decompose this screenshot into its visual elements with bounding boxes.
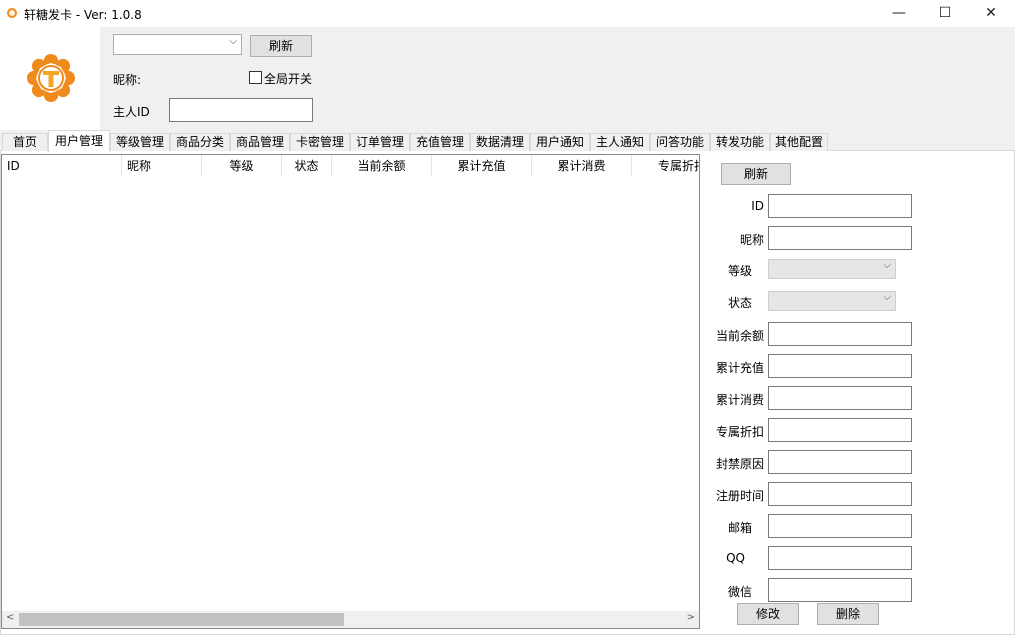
- tab-order-management[interactable]: 订单管理: [350, 133, 410, 151]
- tab-user-notice[interactable]: 用户通知: [530, 133, 590, 151]
- global-switch-label[interactable]: 全局开关: [264, 70, 312, 87]
- logo-area: [0, 27, 100, 130]
- column-header-total-recharge[interactable]: 累计充值: [432, 155, 532, 177]
- tab-user-management[interactable]: 用户管理: [48, 130, 110, 152]
- account-select[interactable]: ⌵: [113, 34, 242, 55]
- app-icon: [7, 8, 17, 18]
- maximize-button[interactable]: ☐: [922, 0, 968, 27]
- edit-button[interactable]: 修改: [737, 603, 799, 625]
- chevron-down-icon: ⌵: [229, 36, 237, 47]
- nickname-field[interactable]: [768, 226, 912, 250]
- chevron-down-icon: ⌵: [883, 260, 891, 271]
- column-header-total-spend[interactable]: 累计消费: [532, 155, 632, 177]
- minimize-button[interactable]: —: [876, 0, 922, 27]
- id-label: ID: [751, 199, 764, 213]
- total-recharge-field[interactable]: [768, 354, 912, 378]
- balance-label: 当前余额: [715, 329, 764, 343]
- tab-owner-notice[interactable]: 主人通知: [590, 133, 650, 151]
- column-header-level[interactable]: 等级: [202, 155, 282, 177]
- register-time-label: 注册时间: [715, 489, 764, 503]
- total-spend-field[interactable]: [768, 386, 912, 410]
- tab-card-key-management[interactable]: 卡密管理: [290, 133, 350, 151]
- level-select[interactable]: ⌵: [768, 259, 896, 279]
- table-header: ID 昵称 等级 状态 当前余额 累计充值 累计消费 专属折扣: [2, 155, 699, 177]
- user-table[interactable]: ID 昵称 等级 状态 当前余额 累计充值 累计消费 专属折扣 < >: [1, 154, 700, 629]
- chevron-down-icon: ⌵: [883, 292, 891, 303]
- status-label: 状态: [727, 296, 752, 310]
- email-label: 邮箱: [727, 521, 752, 535]
- window-title: 轩糖发卡 - Ver: 1.0.8: [24, 8, 142, 22]
- discount-field[interactable]: [768, 418, 912, 442]
- delete-button[interactable]: 删除: [817, 603, 879, 625]
- qq-field[interactable]: [768, 546, 912, 570]
- close-button[interactable]: ✕: [968, 0, 1014, 27]
- scroll-right-icon[interactable]: >: [687, 612, 695, 623]
- email-field[interactable]: [768, 514, 912, 538]
- nickname-label: 昵称:: [113, 73, 142, 87]
- tab-qa-function[interactable]: 问答功能: [650, 133, 710, 151]
- column-header-discount[interactable]: 专属折扣: [632, 155, 699, 177]
- id-field[interactable]: [768, 194, 912, 218]
- discount-label: 专属折扣: [715, 425, 764, 439]
- tab-product-category[interactable]: 商品分类: [170, 133, 230, 151]
- column-header-balance[interactable]: 当前余额: [332, 155, 432, 177]
- scrollbar-thumb[interactable]: [19, 613, 344, 626]
- side-refresh-button[interactable]: 刷新: [721, 163, 791, 185]
- title-bar: 轩糖发卡 - Ver: 1.0.8 — ☐ ✕: [0, 0, 1015, 27]
- level-label: 等级: [727, 264, 752, 278]
- column-header-id[interactable]: ID: [2, 155, 122, 177]
- refresh-button[interactable]: 刷新: [250, 35, 312, 57]
- owner-id-label: 主人ID: [113, 105, 150, 119]
- wechat-label: 微信: [727, 585, 752, 599]
- horizontal-scrollbar[interactable]: < >: [2, 611, 699, 628]
- column-header-nickname[interactable]: 昵称: [122, 155, 202, 177]
- total-spend-label: 累计消费: [715, 393, 764, 407]
- wechat-field[interactable]: [768, 578, 912, 602]
- qq-label: QQ: [726, 551, 745, 565]
- tab-level-management[interactable]: 等级管理: [110, 133, 170, 151]
- ban-reason-label: 封禁原因: [715, 457, 764, 471]
- tab-strip: 首页 用户管理 等级管理 商品分类 商品管理 卡密管理 订单管理 充值管理 数据…: [0, 130, 1015, 152]
- app-logo: [27, 54, 75, 102]
- scroll-left-icon[interactable]: <: [6, 612, 14, 623]
- status-select[interactable]: ⌵: [768, 291, 896, 311]
- nickname-field-label: 昵称: [739, 233, 764, 247]
- ban-reason-field[interactable]: [768, 450, 912, 474]
- register-time-field[interactable]: [768, 482, 912, 506]
- column-header-status[interactable]: 状态: [282, 155, 332, 177]
- tab-home[interactable]: 首页: [2, 133, 48, 151]
- balance-field[interactable]: [768, 322, 912, 346]
- tab-data-cleanup[interactable]: 数据清理: [470, 133, 530, 151]
- tab-recharge-management[interactable]: 充值管理: [410, 133, 470, 151]
- tab-forward-function[interactable]: 转发功能: [710, 133, 770, 151]
- total-recharge-label: 累计充值: [715, 361, 764, 375]
- tab-product-management[interactable]: 商品管理: [230, 133, 290, 151]
- owner-id-input[interactable]: [169, 98, 313, 122]
- tab-other-config[interactable]: 其他配置: [770, 133, 828, 151]
- global-switch-checkbox[interactable]: [249, 71, 262, 84]
